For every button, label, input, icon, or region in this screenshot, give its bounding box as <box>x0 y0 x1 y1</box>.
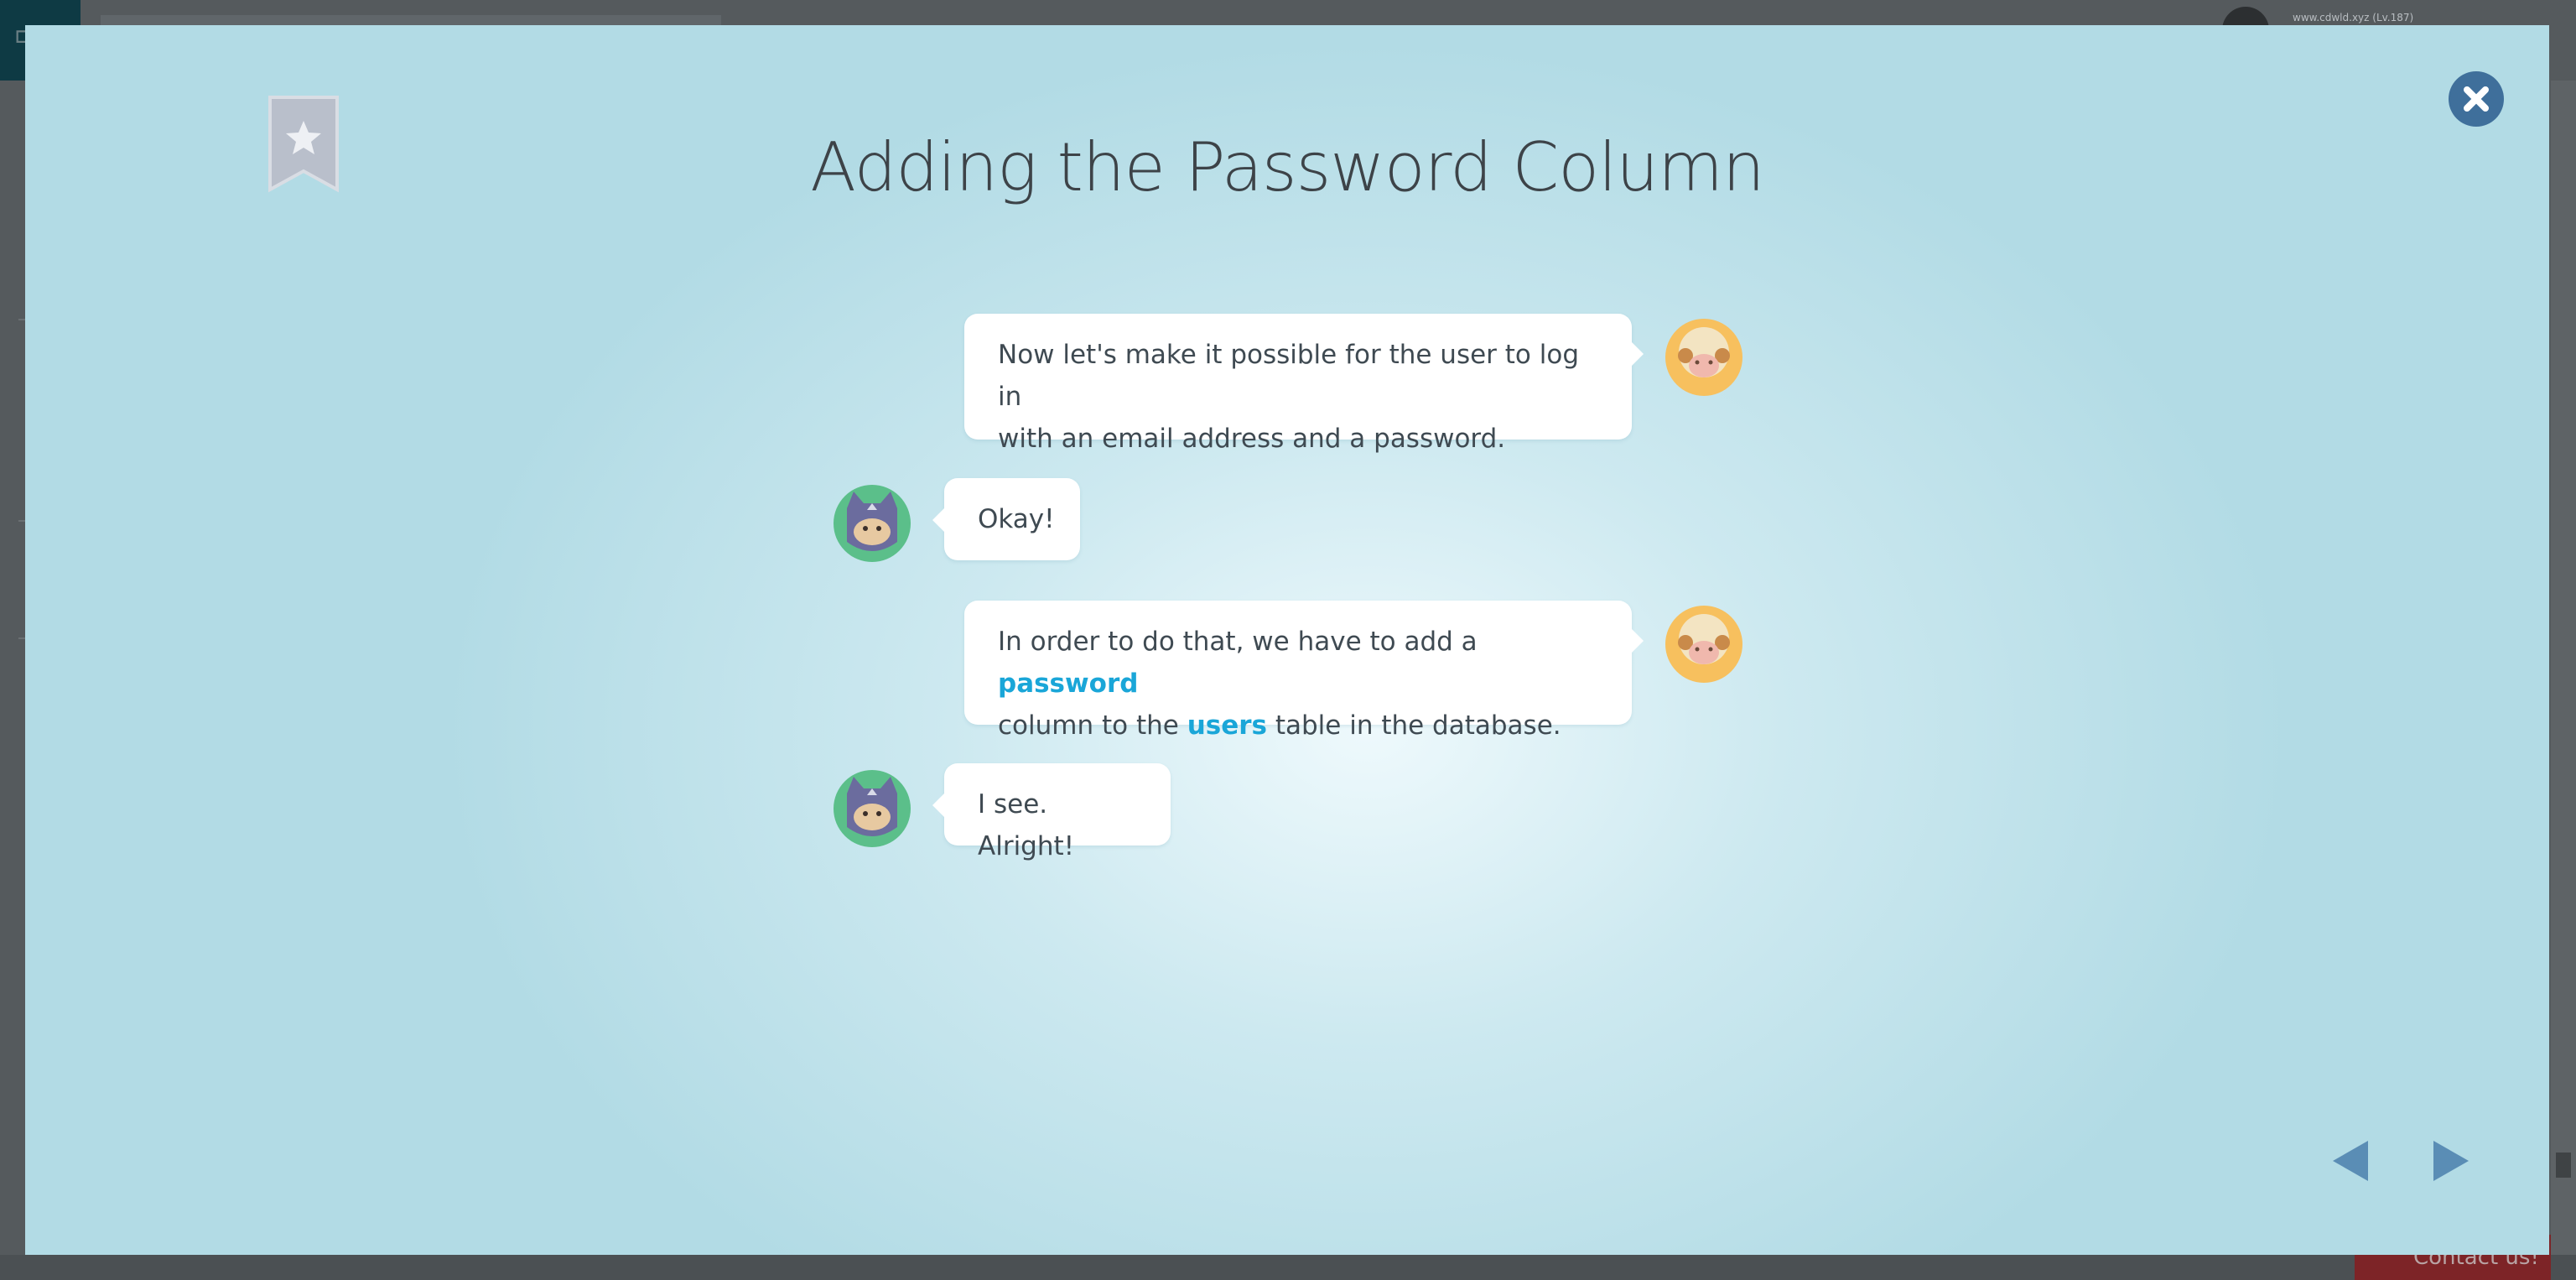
chat-text: Now let's make it possible for the user … <box>998 340 1580 412</box>
chat-line: column to the users table in the databas… <box>998 705 1598 747</box>
bottom-scrollbar[interactable] <box>0 1255 2576 1280</box>
page-scrollbar-thumb[interactable] <box>2556 1153 2571 1178</box>
user-info: www.cdwld.xyz (Lv.187) <box>2293 12 2414 23</box>
close-button[interactable] <box>2449 71 2504 127</box>
ninja-cat-avatar <box>834 485 911 562</box>
keyword-users: users <box>1187 710 1267 741</box>
sheep-avatar <box>1665 319 1742 396</box>
chat-line: In order to do that, we have to add a pa… <box>998 621 1598 705</box>
lesson-modal: Adding the Password Column Now let's mak… <box>25 25 2549 1255</box>
ninja-cat-avatar <box>834 770 911 847</box>
sheep-avatar <box>1665 606 1742 683</box>
chat-text: with an email address and a password. <box>998 424 1506 454</box>
chat-bubble-cat-2: I see. Alright! <box>932 763 1171 861</box>
next-arrow-icon[interactable] <box>2425 1136 2475 1186</box>
page-scrollbar[interactable] <box>2551 81 2576 1255</box>
chat-text: Okay! <box>978 504 1055 534</box>
keyword-password: password <box>998 669 1139 699</box>
chat-text: column to the <box>998 710 1187 741</box>
chat-bubble-sheep-2: In order to do that, we have to add a pa… <box>964 601 1644 741</box>
chat-text: I see. Alright! <box>978 789 1075 861</box>
close-icon <box>2464 86 2489 112</box>
prev-arrow-icon[interactable] <box>2326 1136 2376 1186</box>
chat-text: In order to do that, we have to add a <box>998 627 1478 657</box>
chat-text: table in the database. <box>1266 710 1561 741</box>
lesson-title: Adding the Password Column <box>810 128 1764 206</box>
chat-bubble-sheep-1: Now let's make it possible for the user … <box>964 314 1644 454</box>
chat-bubble-cat-1: Okay! <box>932 478 1080 560</box>
top-bar <box>101 15 721 25</box>
